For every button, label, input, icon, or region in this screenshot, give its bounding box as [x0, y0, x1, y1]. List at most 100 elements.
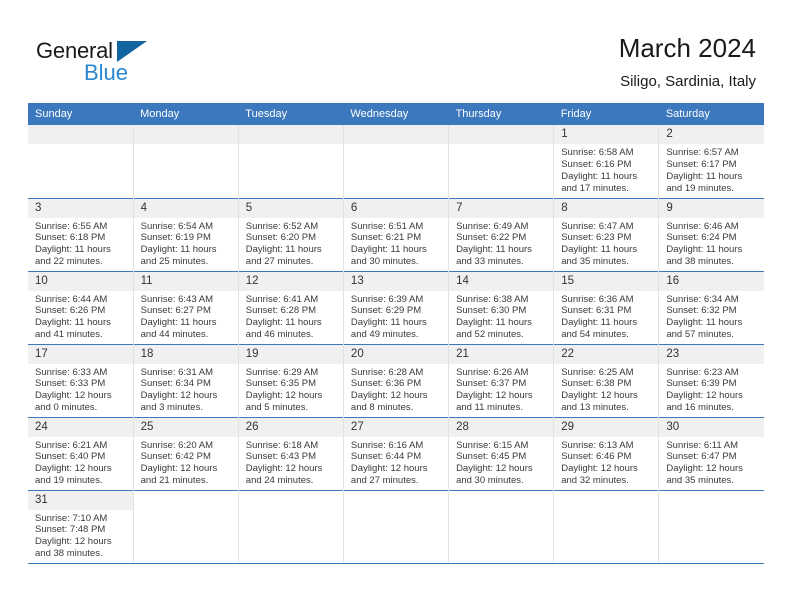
daylight-text-line1: Daylight: 12 hours [140, 390, 218, 402]
daylight-text-line1: Daylight: 12 hours [666, 390, 743, 402]
calendar-day-cell[interactable]: 9 Sunrise: 6:46 AM Sunset: 6:24 PM Daylight… [658, 197, 764, 271]
sunrise-text: Sunrise: 6:58 AM [561, 147, 634, 158]
calendar-day-cell[interactable]: 16 Sunrise: 6:34 AM Sunset: 6:32 PM Dayligh… [658, 270, 764, 344]
sun-info: Sunrise: 6:15 AM Sunset: 6:45 PM Daylight:… [449, 437, 553, 488]
calendar-day-cell[interactable]: 22 Sunrise: 6:25 AM Sunset: 6:38 PM Dayligh… [553, 343, 660, 417]
calendar-day-cell[interactable]: 6 Sunrise: 6:51 AM Sunset: 6:21 PM Daylight… [343, 197, 450, 271]
sunset-text: Sunset: 6:42 PM [140, 451, 211, 463]
calendar-day-cell[interactable]: 21 Sunrise: 6:26 AM Sunset: 6:37 PM Dayligh… [448, 343, 555, 417]
calendar-day-cell[interactable]: 29 Sunrise: 6:13 AM Sunset: 6:46 PM Dayligh… [553, 416, 660, 490]
calendar-day-cell[interactable]: 12 Sunrise: 6:41 AM Sunset: 6:28 PM Dayligh… [238, 270, 344, 344]
daylight-text-line1: Daylight: 12 hours [245, 463, 323, 475]
sunrise-text: Sunrise: 6:39 AM [350, 293, 424, 305]
calendar-cell-inner: 25 Sunrise: 6:20 AM Sunset: 6:42 PM Dayligh… [133, 417, 238, 490]
day-number: 8 [554, 198, 659, 218]
calendar-day-cell[interactable]: 26 Sunrise: 6:18 AM Sunset: 6:43 PM Dayligh… [238, 416, 344, 490]
sunrise-text: Sunrise: 6:51 AM [350, 220, 424, 232]
sun-info: Sunrise: 6:25 AM Sunset: 6:38 PM Daylight:… [554, 364, 658, 415]
sunrise-text: Sunrise: 6:34 AM [666, 293, 739, 305]
calendar-cell-inner: 27 Sunrise: 6:16 AM Sunset: 6:44 PM Dayligh… [343, 417, 449, 490]
daylight-text-line1: Daylight: 12 hours [140, 463, 218, 475]
day-number: 18 [133, 344, 238, 364]
sunset-text: Sunset: 6:24 PM [666, 232, 737, 244]
calendar-cell-inner: 21 Sunrise: 6:26 AM Sunset: 6:37 PM Dayligh… [449, 344, 554, 417]
day-number: 16 [659, 271, 764, 291]
calendar-day-cell[interactable]: 4 Sunrise: 6:54 AM Sunset: 6:19 PM Daylight… [133, 197, 239, 271]
weekday-header-tuesday: Tuesday [238, 103, 344, 125]
calendar-day-cell[interactable]: 24 Sunrise: 6:21 AM Sunset: 6:40 PM Dayligh… [28, 416, 134, 490]
calendar-day-cell[interactable]: 25 Sunrise: 6:20 AM Sunset: 6:42 PM Dayligh… [133, 416, 239, 490]
day-number: 19 [238, 344, 343, 364]
day-number: 28 [449, 417, 554, 437]
calendar-day-cell[interactable]: 31 Sunrise: 7:10 AM Sunset: 7:48 PM Dayligh… [28, 489, 134, 564]
page-header: General Blue March 2024 Siligo, Sardinia… [0, 0, 792, 103]
daylight-text-line1: Daylight: 11 hours [561, 170, 638, 182]
day-number: 15 [554, 271, 659, 291]
daylight-text-line2: and 22 minutes. [35, 256, 103, 268]
sunrise-text: Sunrise: 6:47 AM [561, 220, 634, 232]
calendar-cell-inner: 28 Sunrise: 6:15 AM Sunset: 6:45 PM Dayligh… [449, 417, 554, 490]
calendar-day-cell[interactable]: 3 Sunrise: 6:55 AM Sunset: 6:18 PM Daylight… [28, 197, 134, 271]
sunset-text: Sunset: 6:21 PM [350, 232, 422, 244]
calendar-cell-blank [28, 125, 134, 198]
sunrise-text: Sunrise: 6:44 AM [35, 293, 108, 305]
day-number [238, 125, 343, 144]
daylight-text-line2: and 19 minutes. [666, 182, 734, 194]
calendar-day-cell[interactable]: 5 Sunrise: 6:52 AM Sunset: 6:20 PM Daylight… [238, 197, 344, 271]
calendar-cell-inner: 11 Sunrise: 6:43 AM Sunset: 6:27 PM Dayligh… [133, 271, 238, 344]
daylight-text-line1: Daylight: 11 hours [456, 317, 532, 329]
day-number: 27 [343, 417, 449, 437]
calendar-day-cell[interactable]: 17 Sunrise: 6:33 AM Sunset: 6:33 PM Dayligh… [28, 343, 134, 417]
daylight-text-line1: Daylight: 12 hours [561, 463, 638, 475]
calendar-cell-inner: 2 Sunrise: 6:57 AM Sunset: 6:17 PM Daylight… [659, 125, 764, 198]
sunrise-text: Sunrise: 6:57 AM [666, 147, 739, 158]
sun-info: Sunrise: 6:20 AM Sunset: 6:42 PM Daylight:… [134, 437, 238, 488]
calendar-day-cell[interactable]: 15 Sunrise: 6:36 AM Sunset: 6:31 PM Dayligh… [553, 270, 660, 344]
calendar-day-cell[interactable]: 14 Sunrise: 6:38 AM Sunset: 6:30 PM Dayligh… [448, 270, 555, 344]
sunrise-text: Sunrise: 6:26 AM [456, 366, 529, 378]
calendar-day-cell[interactable]: 28 Sunrise: 6:15 AM Sunset: 6:45 PM Dayligh… [448, 416, 555, 490]
daylight-text-line2: and 11 minutes. [456, 402, 523, 414]
day-number: 21 [449, 344, 554, 364]
calendar-cell-inner [238, 125, 343, 198]
calendar-day-cell[interactable]: 18 Sunrise: 6:31 AM Sunset: 6:34 PM Dayligh… [133, 343, 239, 417]
sun-info: Sunrise: 6:58 AM Sunset: 6:16 PM Daylight:… [554, 144, 658, 195]
daylight-text-line1: Daylight: 11 hours [456, 244, 532, 256]
sunrise-text: Sunrise: 6:29 AM [245, 366, 319, 378]
calendar-day-cell[interactable]: 8 Sunrise: 6:47 AM Sunset: 6:23 PM Daylight… [553, 197, 660, 271]
daylight-text-line2: and 54 minutes. [561, 329, 629, 341]
daylight-text-line1: Daylight: 11 hours [350, 317, 427, 329]
daylight-text-line1: Daylight: 11 hours [561, 317, 638, 329]
calendar-day-cell[interactable]: 11 Sunrise: 6:43 AM Sunset: 6:27 PM Dayligh… [133, 270, 239, 344]
daylight-text-line2: and 8 minutes. [350, 402, 414, 414]
daylight-text-line2: and 16 minutes. [666, 402, 734, 414]
calendar-day-cell[interactable]: 1 Sunrise: 6:58 AM Sunset: 6:16 PM Daylight… [553, 125, 660, 198]
daylight-text-line1: Daylight: 12 hours [35, 463, 112, 475]
calendar-body: 1 Sunrise: 6:58 AM Sunset: 6:16 PM Daylight… [28, 125, 764, 564]
calendar-day-cell[interactable]: 7 Sunrise: 6:49 AM Sunset: 6:22 PM Daylight… [448, 197, 555, 271]
sunset-text: Sunset: 6:33 PM [35, 378, 106, 390]
daylight-text-line2: and 30 minutes. [350, 256, 419, 268]
calendar-day-cell[interactable]: 19 Sunrise: 6:29 AM Sunset: 6:35 PM Dayligh… [238, 343, 344, 417]
calendar-cell-inner: 26 Sunrise: 6:18 AM Sunset: 6:43 PM Dayligh… [238, 417, 343, 490]
calendar-day-cell[interactable]: 23 Sunrise: 6:23 AM Sunset: 6:39 PM Dayligh… [658, 343, 764, 417]
general-blue-logo[interactable]: General Blue [36, 38, 166, 88]
calendar-day-cell[interactable]: 13 Sunrise: 6:39 AM Sunset: 6:29 PM Dayligh… [343, 270, 450, 344]
sun-info: Sunrise: 6:34 AM Sunset: 6:32 PM Daylight:… [659, 291, 764, 342]
calendar-cell-inner: 9 Sunrise: 6:46 AM Sunset: 6:24 PM Daylight… [659, 198, 764, 271]
calendar-cell-inner: 31 Sunrise: 7:10 AM Sunset: 7:48 PM Dayligh… [28, 490, 133, 563]
calendar-day-cell[interactable]: 27 Sunrise: 6:16 AM Sunset: 6:44 PM Dayligh… [343, 416, 450, 490]
calendar-day-cell[interactable]: 30 Sunrise: 6:11 AM Sunset: 6:47 PM Dayligh… [658, 416, 764, 490]
daylight-text-line1: Daylight: 12 hours [456, 390, 533, 402]
calendar-cell-inner: 18 Sunrise: 6:31 AM Sunset: 6:34 PM Dayligh… [133, 344, 238, 417]
calendar-day-cell[interactable]: 10 Sunrise: 6:44 AM Sunset: 6:26 PM Dayligh… [28, 270, 134, 344]
day-number: 5 [238, 198, 343, 218]
calendar-day-cell[interactable]: 2 Sunrise: 6:57 AM Sunset: 6:17 PM Daylight… [658, 125, 764, 198]
daylight-text-line1: Daylight: 11 hours [666, 244, 743, 256]
calendar-day-cell[interactable]: 20 Sunrise: 6:28 AM Sunset: 6:36 PM Dayligh… [343, 343, 450, 417]
calendar-cell-inner: 22 Sunrise: 6:25 AM Sunset: 6:38 PM Dayligh… [554, 344, 659, 417]
day-number: 2 [659, 125, 764, 144]
daylight-text-line2: and 27 minutes. [350, 475, 419, 487]
sun-info: Sunrise: 6:28 AM Sunset: 6:36 PM Daylight:… [344, 364, 448, 415]
calendar-cell-blank [448, 125, 555, 198]
